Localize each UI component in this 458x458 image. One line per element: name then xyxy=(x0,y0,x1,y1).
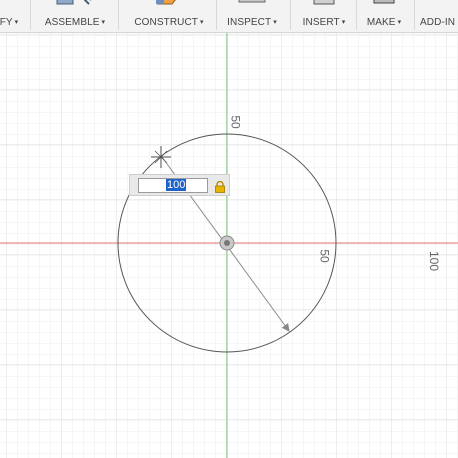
assemble-icon xyxy=(55,0,95,6)
toolbar-modify-label: FY xyxy=(0,17,13,28)
toolbar-make[interactable]: MAKE ▾ xyxy=(360,0,408,32)
toolbar-inspect[interactable]: INSPECT ▾ xyxy=(222,0,282,32)
toolbar-inspect-label: INSPECT xyxy=(227,17,272,28)
lock-icon[interactable] xyxy=(214,180,226,193)
chevron-down-icon: ▾ xyxy=(397,19,402,26)
toolbar-add-ins-label: ADD-IN xyxy=(420,17,456,28)
toolbar: FY ▾ ASSEMBLE ▾ CONSTRUCT ▾ INSPECT ▾ INSERT… xyxy=(0,0,458,33)
chevron-down-icon: ▾ xyxy=(273,19,277,26)
chevron-down-icon: ▾ xyxy=(341,19,346,26)
dimension-input-box: 100 xyxy=(129,174,230,196)
circle-center-point[interactable] xyxy=(219,235,235,251)
toolbar-construct-label: CONSTRUCT xyxy=(134,17,199,28)
horizontal-axis-label-100: 100 xyxy=(427,250,442,272)
vertical-axis-label-50: 50 xyxy=(228,115,243,129)
chevron-down-icon: ▾ xyxy=(200,19,204,26)
make-3dprint-icon xyxy=(371,0,397,6)
toolbar-construct[interactable]: CONSTRUCT ▾ xyxy=(126,0,212,32)
toolbar-separator xyxy=(290,0,291,30)
insert-image-icon xyxy=(312,0,336,6)
toolbar-assemble[interactable]: ASSEMBLE ▾ xyxy=(38,0,112,32)
toolbar-separator xyxy=(30,0,31,30)
diameter-input-value: 100 xyxy=(166,179,187,191)
toolbar-assemble-label: ASSEMBLE xyxy=(44,17,100,28)
sketch-canvas[interactable]: 50 50 100 100 xyxy=(0,33,458,458)
chevron-down-icon: ▾ xyxy=(14,19,19,26)
toolbar-add-ins[interactable]: ADD-IN xyxy=(420,0,458,32)
toolbar-separator xyxy=(414,0,415,30)
toolbar-separator xyxy=(216,0,217,30)
diameter-input[interactable]: 100 xyxy=(138,178,208,193)
circle-right-label-50: 50 xyxy=(317,249,332,263)
sketch-graphics xyxy=(0,33,458,458)
toolbar-make-label: MAKE xyxy=(366,17,396,28)
inspect-measure-icon xyxy=(237,0,267,6)
toolbar-modify[interactable]: FY ▾ xyxy=(0,0,22,32)
toolbar-separator xyxy=(118,0,119,30)
construct-plane-icon xyxy=(154,0,184,6)
toolbar-insert-label: INSERT xyxy=(302,17,340,28)
toolbar-insert[interactable]: INSERT ▾ xyxy=(296,0,352,32)
toolbar-separator xyxy=(356,0,357,30)
chevron-down-icon: ▾ xyxy=(101,19,106,26)
